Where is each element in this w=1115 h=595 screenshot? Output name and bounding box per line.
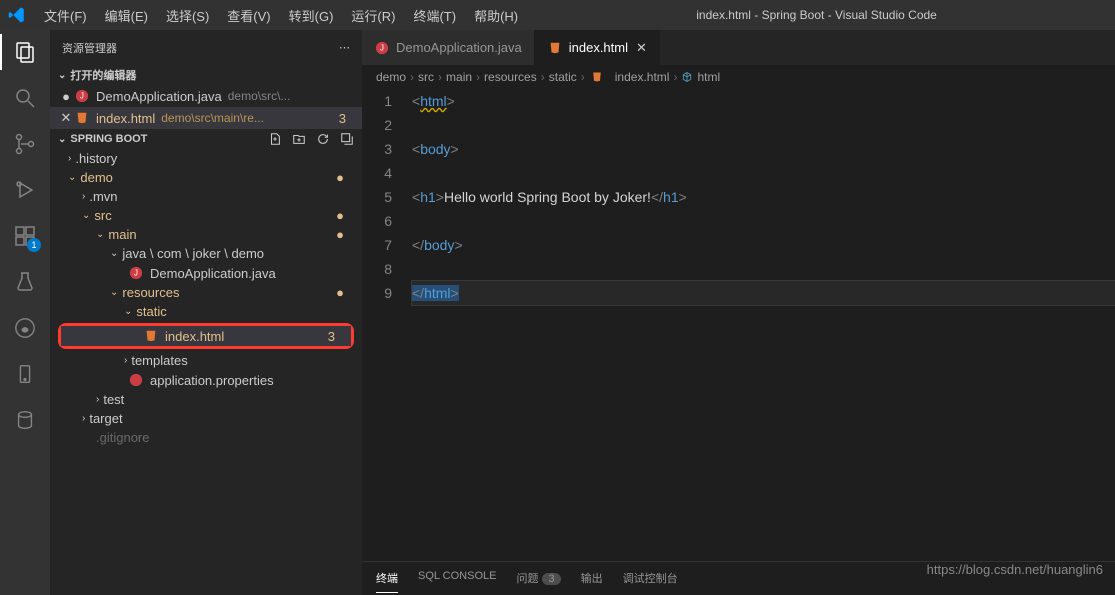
menu-run[interactable]: 运行(R) xyxy=(343,2,403,29)
chevron-right-icon: › xyxy=(96,394,99,405)
chevron-down-icon: ⌄ xyxy=(58,134,66,145)
tree-folder[interactable]: ⌄ static xyxy=(50,302,362,321)
title-bar: 文件(F) 编辑(E) 选择(S) 查看(V) 转到(G) 运行(R) 终端(T… xyxy=(0,0,1115,30)
html-icon xyxy=(74,110,90,126)
menu-goto[interactable]: 转到(G) xyxy=(281,2,342,29)
open-editors-header[interactable]: ⌄ 打开的编辑器 xyxy=(50,65,362,85)
collapse-icon[interactable] xyxy=(340,132,354,146)
tree-file-index-html[interactable]: index.html 3 xyxy=(61,326,351,346)
chevron-right-icon: › xyxy=(82,413,85,424)
tree-folder[interactable]: › .mvn xyxy=(50,187,362,206)
menu-bar: 文件(F) 编辑(E) 选择(S) 查看(V) 转到(G) 运行(R) 终端(T… xyxy=(36,2,526,29)
menu-file[interactable]: 文件(F) xyxy=(36,2,95,29)
html-icon xyxy=(547,40,563,56)
chevron-down-icon: ⌄ xyxy=(82,210,90,221)
explorer-icon[interactable] xyxy=(11,38,39,66)
tree-folder[interactable]: › target xyxy=(50,409,362,428)
unsaved-dot-icon[interactable]: ● xyxy=(58,89,74,104)
device-icon[interactable] xyxy=(11,360,39,388)
debug-tab[interactable]: 调试控制台 xyxy=(623,564,678,593)
editor-tabs: J DemoApplication.java index.html ✕ xyxy=(362,30,1115,65)
extensions-icon[interactable]: 1 xyxy=(11,222,39,250)
menu-view[interactable]: 查看(V) xyxy=(219,2,278,29)
chevron-down-icon: ⌄ xyxy=(58,70,66,81)
editor-area: J DemoApplication.java index.html ✕ demo… xyxy=(362,30,1115,595)
close-icon[interactable]: ✕ xyxy=(636,40,647,56)
spring-icon[interactable] xyxy=(11,314,39,342)
html-icon xyxy=(143,328,159,344)
problems-tab[interactable]: 问题3 xyxy=(516,564,560,593)
debug-icon[interactable] xyxy=(11,176,39,204)
menu-help[interactable]: 帮助(H) xyxy=(466,2,526,29)
open-editor-item[interactable]: ✕ index.html demo\src\main\re... 3 xyxy=(50,107,362,129)
search-icon[interactable] xyxy=(11,84,39,112)
modified-dot-icon: ● xyxy=(336,285,354,300)
database-icon[interactable] xyxy=(11,406,39,434)
tree-folder[interactable]: › test xyxy=(50,390,362,409)
chevron-down-icon: ⌄ xyxy=(124,306,132,317)
props-icon xyxy=(128,372,144,388)
activity-bar: 1 xyxy=(0,30,50,595)
tree-folder[interactable]: › templates xyxy=(50,351,362,370)
code-content[interactable]: <html> <body> <h1>Hello world Spring Boo… xyxy=(412,89,1115,561)
line-numbers: 123 456 789 xyxy=(362,89,412,561)
window-title: index.html - Spring Boot - Visual Studio… xyxy=(526,8,1107,22)
tree-folder[interactable]: ⌄ resources● xyxy=(50,283,362,302)
refresh-icon[interactable] xyxy=(316,132,330,146)
new-folder-icon[interactable] xyxy=(292,132,306,146)
tree-file[interactable]: application.properties xyxy=(50,370,362,390)
project-header[interactable]: ⌄ SPRING BOOT xyxy=(50,129,362,149)
close-icon[interactable]: ✕ xyxy=(58,110,74,126)
svg-text:J: J xyxy=(134,269,138,278)
sidebar-title: 资源管理器 xyxy=(62,40,117,56)
modified-dot-icon: ● xyxy=(336,170,354,185)
html-icon xyxy=(589,69,605,85)
java-icon: J xyxy=(374,40,390,56)
tree-folder[interactable]: ⌄ java \ com \ joker \ demo xyxy=(50,244,362,263)
svg-text:J: J xyxy=(380,43,384,52)
terminal-tab[interactable]: 终端 xyxy=(376,564,398,593)
tree-folder[interactable]: ⌄ main● xyxy=(50,225,362,244)
code-editor[interactable]: 123 456 789 <html> <body> <h1>Hello worl… xyxy=(362,89,1115,561)
source-control-icon[interactable] xyxy=(11,130,39,158)
tree-file[interactable]: JDemoApplication.java xyxy=(50,263,362,283)
cube-icon xyxy=(681,71,693,83)
breadcrumb[interactable]: demo› src› main› resources› static› inde… xyxy=(362,65,1115,89)
menu-terminal[interactable]: 终端(T) xyxy=(405,2,464,29)
menu-edit[interactable]: 编辑(E) xyxy=(97,2,156,29)
modified-dot-icon: ● xyxy=(336,208,354,223)
chevron-down-icon: ⌄ xyxy=(96,229,104,240)
chevron-down-icon: ⌄ xyxy=(110,287,118,298)
extensions-badge: 1 xyxy=(27,238,41,252)
new-file-icon[interactable] xyxy=(268,132,282,146)
chevron-right-icon: › xyxy=(82,191,85,202)
java-icon: J xyxy=(74,88,90,104)
more-icon[interactable]: ⋯ xyxy=(339,41,350,54)
svg-text:J: J xyxy=(80,92,84,101)
tab-demo-application[interactable]: J DemoApplication.java xyxy=(362,30,535,65)
tree-folder[interactable]: ⌄ demo● xyxy=(50,168,362,187)
chevron-right-icon: › xyxy=(68,153,71,164)
tab-index-html[interactable]: index.html ✕ xyxy=(535,30,660,65)
test-icon[interactable] xyxy=(11,268,39,296)
chevron-right-icon: › xyxy=(124,355,127,366)
open-editor-item[interactable]: ● J DemoApplication.java demo\src\... xyxy=(50,85,362,107)
tree-folder[interactable]: › .history xyxy=(50,149,362,168)
modified-dot-icon: ● xyxy=(336,227,354,242)
tree-folder[interactable]: ⌄ src● xyxy=(50,206,362,225)
menu-select[interactable]: 选择(S) xyxy=(158,2,217,29)
java-icon: J xyxy=(128,265,144,281)
sidebar: 资源管理器 ⋯ ⌄ 打开的编辑器 ● J DemoApplication.jav… xyxy=(50,30,362,595)
sql-tab[interactable]: SQL CONSOLE xyxy=(418,564,496,593)
tree-file[interactable]: .gitignore xyxy=(50,428,362,447)
vscode-logo-icon xyxy=(8,6,26,24)
output-tab[interactable]: 输出 xyxy=(581,564,603,593)
chevron-down-icon: ⌄ xyxy=(68,172,76,183)
chevron-down-icon: ⌄ xyxy=(110,248,118,259)
watermark: https://blog.csdn.net/huanglin6 xyxy=(927,562,1103,577)
